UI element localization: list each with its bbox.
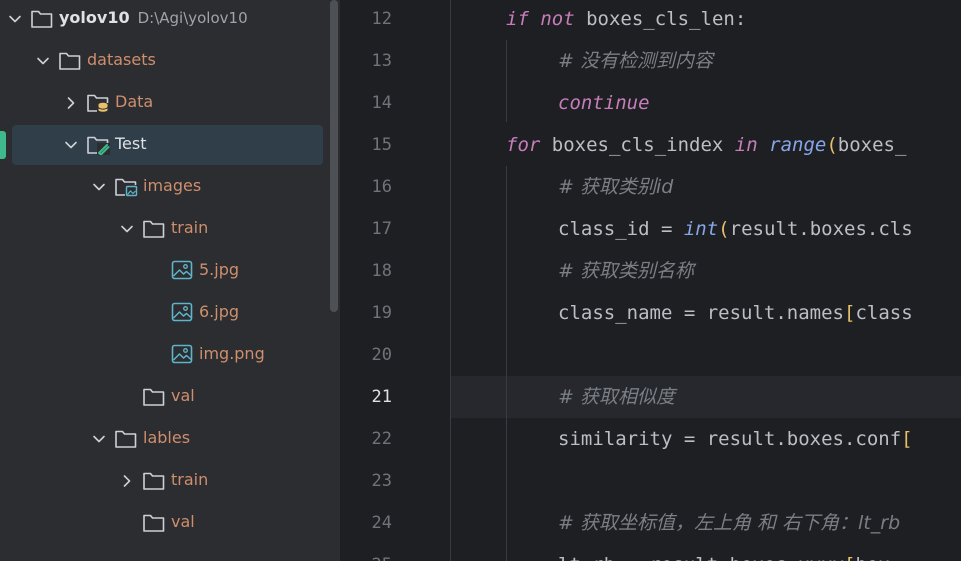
line-number: 12 — [371, 9, 392, 29]
tree-item-val[interactable]: val — [0, 502, 330, 544]
line-number: 19 — [371, 303, 392, 323]
chevron-down-icon[interactable] — [92, 431, 106, 445]
line-number: 16 — [371, 177, 392, 197]
code-line[interactable]: 19 class_name = result.names[class — [342, 292, 961, 334]
line-number: 17 — [371, 219, 392, 239]
code-line[interactable]: 18 # 获取类别名称 — [342, 250, 961, 292]
tree-item-label: yolov10 D:\Agi\yolov10 — [59, 8, 248, 28]
code-line[interactable]: 23 — [342, 460, 961, 502]
line-number: 21 — [371, 387, 392, 407]
indent-guide — [450, 0, 451, 561]
image-file-icon — [170, 259, 194, 281]
code-line[interactable]: 25 lt_rb = result.boxes.xyxy[box — [342, 544, 961, 561]
image-file-icon — [170, 343, 194, 365]
line-number: 20 — [371, 345, 392, 365]
chevron-down-icon[interactable] — [92, 179, 106, 193]
code-text: # 获取坐标值，左上角 和 右下角：lt_rb — [558, 512, 901, 534]
tree-item-6-jpg[interactable]: 6.jpg — [0, 292, 330, 334]
tree-item-label: val — [171, 386, 195, 405]
selection-marker — [0, 131, 6, 159]
chevron-down-icon[interactable] — [36, 53, 50, 67]
folder-icon — [142, 511, 166, 533]
code-text: # 获取类别名称 — [558, 260, 694, 282]
chevron-down-icon[interactable] — [8, 11, 22, 25]
chevron-down-icon[interactable] — [64, 137, 78, 151]
chevron-right-icon[interactable] — [120, 473, 134, 487]
line-number: 14 — [371, 93, 392, 113]
tree-item-train[interactable]: train — [0, 208, 330, 250]
tree-item-label: train — [171, 470, 209, 489]
code-line[interactable]: 15 for boxes_cls_index in range(boxes_ — [342, 124, 961, 166]
tree-item-img-png[interactable]: img.png — [0, 334, 330, 376]
project-path: D:\Agi\yolov10 — [137, 9, 248, 27]
code-editor[interactable]: 12 if not boxes_cls_len: 13 # 没有检测到内容 14 cont… — [342, 0, 961, 561]
tree-item-label: lables — [143, 428, 191, 447]
line-number: 13 — [371, 51, 392, 71]
tree-item-label: datasets — [87, 50, 156, 69]
test-folder-icon — [86, 133, 110, 156]
tree-item-images[interactable]: images — [0, 166, 330, 208]
code-line[interactable]: 13 # 没有检测到内容 — [342, 40, 961, 82]
folder-icon — [58, 49, 82, 71]
image-folder-icon — [114, 175, 138, 197]
code-line[interactable]: 14 continue — [342, 82, 961, 124]
folder-icon — [142, 385, 166, 407]
line-number: 23 — [371, 471, 392, 491]
tree-item-val[interactable]: val — [0, 376, 330, 418]
code-text: # 没有检测到内容 — [558, 50, 713, 72]
chevron-right-icon[interactable] — [64, 95, 78, 109]
image-file-icon — [170, 301, 194, 323]
code-line[interactable]: 12 if not boxes_cls_len: — [342, 0, 961, 40]
code-line[interactable]: 17 class_id = int(result.boxes.cls — [342, 208, 961, 250]
code-text: # 获取相似度 — [558, 386, 675, 408]
line-number: 18 — [371, 261, 392, 281]
tree-item-train[interactable]: train — [0, 460, 330, 502]
folder-icon — [142, 469, 166, 491]
tree-item-label: val — [171, 512, 195, 531]
tree-item-lables[interactable]: lables — [0, 418, 330, 460]
chevron-down-icon[interactable] — [120, 221, 134, 235]
project-name: yolov10 — [59, 8, 130, 27]
tree-item-label: images — [143, 176, 202, 195]
folder-icon — [114, 427, 138, 449]
tree-item-5-jpg[interactable]: 5.jpg — [0, 250, 330, 292]
line-number: 15 — [371, 135, 392, 155]
tree-item-yolov10[interactable]: yolov10 D:\Agi\yolov10 — [0, 0, 330, 40]
code-line[interactable]: 16 # 获取类别id — [342, 166, 961, 208]
code-text: class_name = result.names[class — [558, 302, 913, 324]
tree-item-datasets[interactable]: datasets — [0, 40, 330, 82]
tree-item-test[interactable]: Test — [0, 124, 330, 166]
folder-icon — [142, 217, 166, 239]
code-text: for boxes_cls_index in range(boxes_ — [506, 134, 907, 156]
project-tree-scrollbar[interactable] — [330, 0, 338, 312]
indent-guide — [506, 166, 507, 561]
code-text: class_id = int(result.boxes.cls — [558, 218, 913, 240]
tree-item-data[interactable]: Data — [0, 82, 330, 124]
code-text: lt_rb = result.boxes.xyxy[box — [558, 553, 890, 561]
tree-item-label: train — [171, 218, 209, 237]
tree-item-label: Test — [115, 134, 147, 153]
code-text: continue — [558, 92, 650, 114]
line-number: 25 — [342, 554, 392, 561]
code-line[interactable]: 22 similarity = result.boxes.conf[ — [342, 418, 961, 460]
code-line[interactable]: 20 — [342, 334, 961, 376]
tree-item-label: Data — [115, 92, 154, 111]
line-number: 22 — [371, 429, 392, 449]
line-number: 24 — [371, 513, 392, 533]
folder-icon — [30, 7, 54, 29]
database-folder-icon — [86, 91, 110, 113]
code-text: if not boxes_cls_len: — [506, 8, 747, 30]
current-code-line[interactable]: 21 # 获取相似度 — [342, 376, 961, 418]
project-tool-window: yolov10 D:\Agi\yolov10 datasets Data Test ima… — [0, 0, 340, 561]
code-text: similarity = result.boxes.conf[ — [558, 428, 913, 450]
tree-item-label: 5.jpg — [199, 260, 240, 279]
code-line[interactable]: 24 # 获取坐标值，左上角 和 右下角：lt_rb — [342, 502, 961, 544]
tree-item-label: img.png — [199, 344, 265, 363]
tree-item-label: 6.jpg — [199, 302, 240, 321]
indent-guide — [506, 40, 507, 122]
code-text: # 获取类别id — [558, 176, 674, 198]
